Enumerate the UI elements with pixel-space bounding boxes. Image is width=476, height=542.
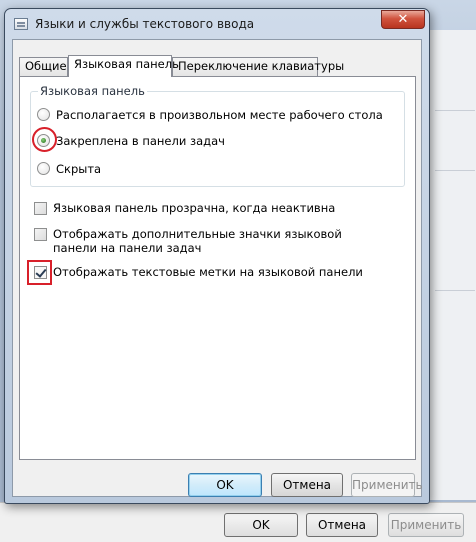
keyboard-settings-icon [14, 18, 28, 30]
checkbox-label: Языковая панель прозрачна, когда неактив… [53, 201, 336, 215]
red-highlight-rect [27, 260, 52, 285]
dialog-client-area: Общие Языковая панель Переключение клави… [12, 39, 423, 497]
background-divider [435, 290, 475, 291]
checkbox-extra-icons-taskbar[interactable]: Отображать дополнительные значки языково… [34, 227, 394, 257]
checkbox-transparent-when-inactive[interactable]: Языковая панель прозрачна, когда неактив… [34, 201, 394, 217]
tab-general[interactable]: Общие [19, 57, 68, 76]
background-divider [435, 110, 475, 111]
tab-language-bar[interactable]: Языковая панель [68, 55, 179, 77]
checkbox-icon[interactable] [34, 202, 47, 215]
radio-button-icon[interactable] [37, 108, 50, 121]
background-apply-button: Применить [388, 513, 464, 537]
radio-hidden[interactable]: Скрыта [37, 161, 237, 177]
radio-docked-taskbar[interactable]: Закреплена в панели задач [32, 127, 337, 152]
background-window-panel [428, 30, 476, 500]
cancel-button[interactable]: Отмена [271, 473, 343, 497]
groupbox-legend: Языковая панель [38, 84, 147, 98]
dialog-titlebar[interactable]: Языки и службы текстового ввода ✕ [5, 9, 429, 39]
radio-floating[interactable]: Располагается в произвольном месте рабоч… [37, 107, 397, 123]
radio-label: Закреплена в панели задач [56, 134, 225, 148]
radio-label: Располагается в произвольном месте рабоч… [56, 108, 383, 122]
background-cancel-button[interactable]: Отмена [306, 513, 378, 537]
tab-keyboard-switching[interactable]: Переключение клавиатуры [172, 57, 344, 76]
text-services-dialog: Языки и службы текстового ввода ✕ Общие … [4, 8, 430, 504]
checkbox-icon[interactable] [34, 228, 47, 241]
radio-button-icon[interactable] [37, 162, 50, 175]
language-bar-groupbox: Языковая панель Располагается в произвол… [30, 84, 405, 187]
radio-label: Скрыта [56, 162, 102, 176]
language-bar-tab-panel: Языковая панель Располагается в произвол… [19, 76, 416, 460]
close-button[interactable]: ✕ [381, 10, 425, 29]
red-highlight-circle [32, 127, 57, 152]
background-ok-button[interactable]: OK [224, 513, 298, 537]
apply-button: Применить [351, 473, 423, 497]
dialog-title: Языки и службы текстового ввода [35, 17, 255, 31]
background-divider [435, 170, 475, 171]
checkbox-label: Отображать текстовые метки на языковой п… [53, 265, 363, 279]
checkbox-text-labels[interactable]: Отображать текстовые метки на языковой п… [27, 260, 394, 285]
ok-button[interactable]: OK [188, 473, 262, 497]
checkbox-label: Отображать дополнительные значки языково… [53, 227, 342, 255]
